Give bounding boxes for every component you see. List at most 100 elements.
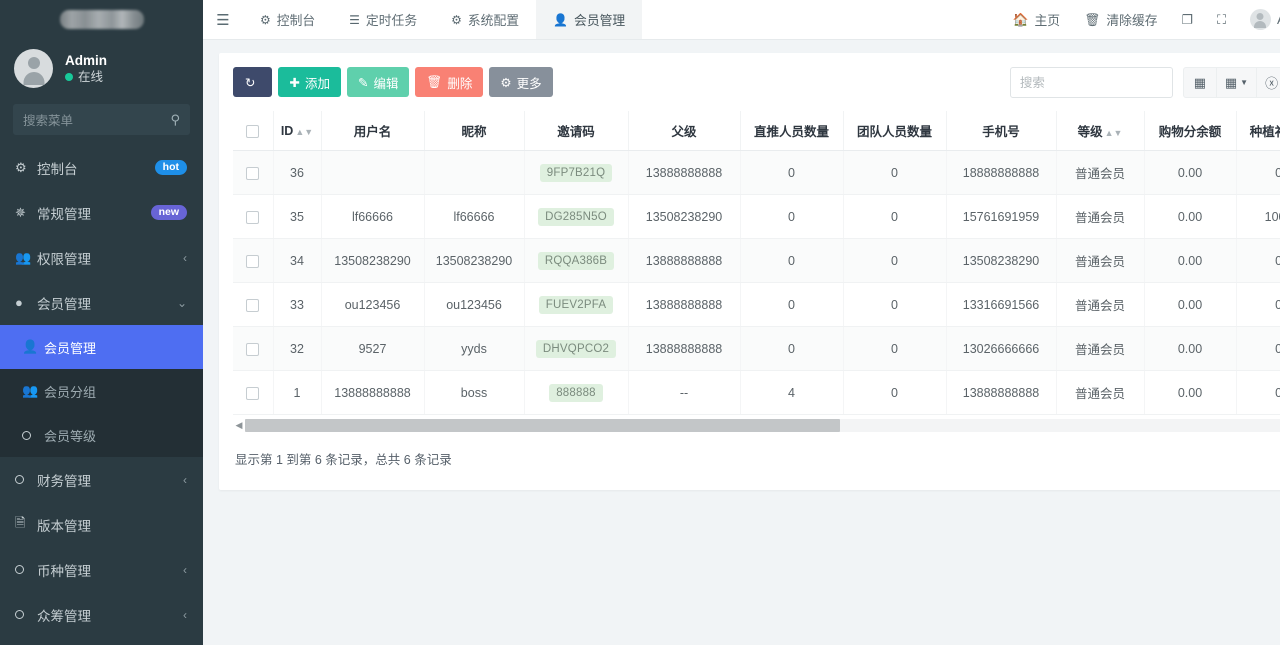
select-all-checkbox[interactable] [246, 124, 260, 138]
more-label: 更多 [516, 76, 542, 91]
more-button[interactable]: ⚙ 更多 [489, 67, 553, 97]
sidebar-item-version[interactable]: 🗎 版本管理 [0, 502, 203, 547]
menu-search-input[interactable]: 搜索菜单 ⚲ [13, 104, 190, 135]
tab-console[interactable]: ⚙ 控制台 [243, 0, 332, 39]
chevron-left-icon: ‹ [183, 562, 187, 577]
column-label: 购物分余额 [1158, 125, 1222, 139]
cell-shop-balance: 0.00 [1144, 282, 1237, 327]
column-header-team-count: 团队人员数量 [843, 111, 947, 151]
sidebar-item-finance[interactable]: 财务管理 ‹ [0, 457, 203, 502]
tab-system-config[interactable]: ⚙ 系统配置 [434, 0, 536, 39]
column-label: 等级 [1077, 125, 1103, 139]
delete-button[interactable]: 🗑 删除 [415, 67, 484, 97]
sidebar-item-label: 常规管理 [37, 206, 91, 222]
table-body: 36 9FP7B21Q 13888888888 0 0 18888888888 普通会员 0.… [233, 150, 1280, 415]
add-button[interactable]: ✚ 添加 [278, 67, 341, 97]
row-checkbox[interactable] [246, 254, 260, 268]
table-row[interactable]: 36 9FP7B21Q 13888888888 0 0 18888888888 普通会员 0.… [233, 150, 1280, 195]
row-checkbox[interactable] [246, 298, 260, 312]
cell-parent: 13508238290 [628, 194, 741, 239]
scrollbar-thumb[interactable] [245, 419, 840, 432]
cell-level: 普通会员 [1056, 150, 1145, 195]
select-all-header [233, 111, 274, 151]
sidebar-item-member-group[interactable]: 👥 会员分组 [0, 369, 203, 413]
sidebar-item-general[interactable]: ✵ 常规管理 new [0, 190, 203, 235]
column-header-id[interactable]: ID ▲▼ [273, 111, 322, 151]
table-row[interactable]: 34 13508238290 13508238290 RQQA386B 13888888… [233, 238, 1280, 283]
sidebar-user-profile[interactable]: Admin 在线 [0, 38, 203, 101]
user-menu[interactable]: Admin [1238, 0, 1280, 40]
sidebar-item-member-level[interactable]: 会员等级 [0, 413, 203, 457]
tab-label: 定时任务 [365, 13, 418, 28]
edit-button[interactable]: ✎ 编辑 [346, 67, 410, 97]
cell-username: 9527 [321, 326, 425, 371]
home-button[interactable]: 🏠 主页 [1001, 0, 1073, 40]
column-header-invite-code: 邀请码 [524, 111, 629, 151]
search-input[interactable] [1009, 67, 1173, 98]
cell-level: 普通会员 [1056, 282, 1145, 327]
cell-plant-balance: 0.00 [1236, 238, 1280, 283]
data-card: ↻ ✚ 添加 ✎ 编辑 🗑 删除 ⚙ 更多 搜索 ▦ ▦ ▼ ⓧ ID ▲▼ 用… [219, 53, 1280, 490]
fullscreen-button[interactable]: ⛶ [1205, 0, 1238, 40]
cell-phone: 18888888888 [946, 150, 1057, 195]
clear-cache-label: 清除缓存 [1106, 13, 1158, 28]
main-area: ☰ ⚙ 控制台 ☰ 定时任务 ⚙ 系统配置 👤 会员管理 🏠 主页 🗑 清除缓存… [203, 0, 1280, 645]
sidebar-subitem-label: 会员管理 [44, 340, 97, 356]
cell-direct-count: 0 [740, 238, 844, 283]
gears-icon: ✵ [15, 204, 26, 220]
cell-direct-count: 0 [740, 194, 844, 239]
sidebar-submenu-member: 👤 会员管理 👥 会员分组 会员等级 [0, 325, 203, 457]
sidebar-item-currency[interactable]: 币种管理 ‹ [0, 547, 203, 592]
cell-invite-code: DG285N5O [524, 194, 629, 239]
sidebar-item-console[interactable]: ⚙ 控制台 hot [0, 145, 203, 190]
column-header-phone: 手机号 [946, 111, 1057, 151]
tab-scheduled-tasks[interactable]: ☰ 定时任务 [332, 0, 434, 39]
copy-icon: ❐ [1181, 11, 1194, 27]
table-toolbar: ↻ ✚ 添加 ✎ 编辑 🗑 删除 ⚙ 更多 搜索 ▦ ▦ ▼ ⓧ [233, 67, 1280, 98]
invite-code-badge: 9FP7B21Q [539, 163, 613, 182]
scrollbar-track[interactable] [245, 419, 1280, 432]
sidebar-item-label: 版本管理 [37, 518, 91, 534]
column-header-level[interactable]: 等级 ▲▼ [1056, 111, 1145, 151]
row-checkbox[interactable] [246, 166, 260, 180]
cell-level: 普通会员 [1056, 370, 1145, 415]
cell-id: 34 [273, 238, 322, 283]
table-row[interactable]: 1 13888888888 boss 888888 -- 4 0 13888888888 普通会… [233, 370, 1280, 415]
dashboard-icon: ⚙ [260, 12, 271, 27]
tab-label: 控制台 [276, 13, 316, 28]
cell-shop-balance: 0.00 [1144, 326, 1237, 371]
sidebar-item-permission[interactable]: 👥 权限管理 ‹ [0, 235, 203, 280]
chevron-down-icon: ⌄ [176, 295, 187, 310]
columns-icon[interactable]: ▦ ▼ [1215, 67, 1258, 98]
sidebar-item-crowdfunding[interactable]: 众筹管理 ‹ [0, 592, 203, 637]
row-checkbox[interactable] [246, 210, 260, 224]
fullscreen-toggle-icon[interactable]: ▦ [1182, 67, 1217, 98]
delete-label: 删除 [447, 76, 473, 91]
export-icon[interactable]: ⓧ▼ [1256, 67, 1280, 98]
row-select-cell [233, 194, 274, 239]
row-checkbox[interactable] [246, 342, 260, 356]
circle-icon [15, 607, 37, 622]
brand-logo[interactable] [0, 0, 203, 38]
hamburger-icon[interactable]: ☰ [203, 0, 243, 39]
cell-plant-balance: 0.00 [1236, 282, 1280, 327]
sidebar-item-member[interactable]: ● 会员管理 ⌄ [0, 280, 203, 325]
column-header-parent: 父级 [628, 111, 741, 151]
clear-cache-button[interactable]: 🗑 清除缓存 [1072, 0, 1169, 40]
scroll-left-arrow-icon[interactable]: ◀ [233, 420, 245, 431]
user-name: Admin [65, 52, 107, 68]
table-row[interactable]: 33 ou123456 ou123456 FUEV2PFA 13888888888 0 0 1… [233, 282, 1280, 327]
invite-code-badge: DG285N5O [538, 207, 614, 226]
horizontal-scrollbar[interactable]: ◀ ▶ [233, 415, 1280, 432]
chevron-left-icon: ‹ [183, 607, 187, 622]
tab-member-management[interactable]: 👤 会员管理 [536, 0, 643, 39]
row-select-cell [233, 370, 274, 415]
row-checkbox[interactable] [246, 386, 260, 400]
gear-icon: ⚙ [500, 75, 512, 90]
sidebar-item-member-management[interactable]: 👤 会员管理 [0, 325, 203, 369]
table-row[interactable]: 35 lf66666 lf66666 DG285N5O 13508238290 0 0 157… [233, 194, 1280, 239]
sidebar-item-label: 控制台 [37, 161, 78, 177]
copy-button[interactable]: ❐ [1170, 0, 1205, 40]
refresh-button[interactable]: ↻ [233, 67, 273, 97]
table-row[interactable]: 32 9527 yyds DHVQPCO2 13888888888 0 0 130266666… [233, 326, 1280, 371]
